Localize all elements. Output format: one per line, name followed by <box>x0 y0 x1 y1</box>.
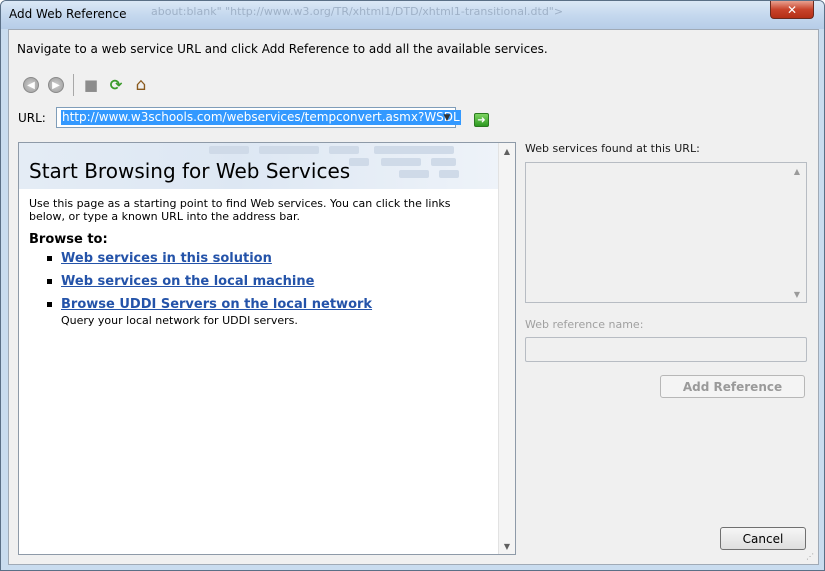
bullet-icon <box>47 256 52 261</box>
instruction-text: Navigate to a web service URL and click … <box>17 42 548 56</box>
banner-decoration <box>374 146 454 154</box>
home-button[interactable]: ⌂ <box>130 74 152 96</box>
refresh-button[interactable]: ⟳ <box>105 74 127 96</box>
web-reference-name-input[interactable] <box>525 337 807 362</box>
stop-icon: ■ <box>83 76 99 94</box>
forward-arrow-icon: ▶ <box>48 77 64 93</box>
browser-page-title: Start Browsing for Web Services <box>29 159 351 183</box>
link-web-services-solution[interactable]: Web services in this solution <box>61 251 272 266</box>
browser-scrollbar[interactable]: ▲ ▼ <box>498 143 515 554</box>
banner-decoration <box>329 146 359 154</box>
banner-decoration <box>399 170 429 178</box>
go-arrow-icon: ➜ <box>477 114 486 126</box>
list-item: Browse UDDI Servers on the local network <box>47 297 372 312</box>
navigation-toolbar: ◀ ▶ ■ ⟳ ⌂ <box>20 74 155 96</box>
go-button[interactable]: ➜ <box>474 113 489 127</box>
add-web-reference-dialog: about:blank" "http://www.w3.org/TR/xhtml… <box>0 0 825 571</box>
bullet-icon <box>47 279 52 284</box>
banner-decoration <box>209 146 249 154</box>
window-title: Add Web Reference <box>9 7 127 21</box>
banner-decoration <box>349 158 369 166</box>
list-item: Web services in this solution <box>47 251 272 266</box>
scroll-up-icon[interactable]: ▲ <box>499 143 515 159</box>
back-button[interactable]: ◀ <box>20 74 42 96</box>
chevron-down-icon: ▼ <box>443 112 451 123</box>
scroll-down-icon[interactable]: ▼ <box>499 538 515 554</box>
services-found-list[interactable]: ▲ ▼ <box>525 162 807 303</box>
home-icon: ⌂ <box>135 75 147 95</box>
title-bar[interactable]: about:blank" "http://www.w3.org/TR/xhtml… <box>1 1 824 29</box>
scroll-up-icon[interactable]: ▲ <box>789 163 805 179</box>
link-browse-uddi-servers[interactable]: Browse UDDI Servers on the local network <box>61 297 372 312</box>
url-combobox[interactable]: http://www.w3schools.com/webservices/tem… <box>56 107 461 128</box>
services-list-scrollbar[interactable]: ▲ ▼ <box>789 163 806 302</box>
close-icon: ✕ <box>786 2 798 17</box>
url-input[interactable]: http://www.w3schools.com/webservices/tem… <box>61 110 461 125</box>
dialog-client-area: Navigate to a web service URL and click … <box>8 29 819 565</box>
background-window-text: about:blank" "http://www.w3.org/TR/xhtml… <box>151 5 564 18</box>
browser-pane[interactable]: Start Browsing for Web Services Use this… <box>18 142 516 555</box>
web-reference-name-label: Web reference name: <box>525 318 644 331</box>
refresh-icon: ⟳ <box>109 76 123 94</box>
banner-decoration <box>259 146 319 154</box>
url-dropdown-button[interactable]: ▼ <box>439 108 455 127</box>
forward-button[interactable]: ▶ <box>45 74 67 96</box>
banner-decoration <box>439 170 459 178</box>
close-button[interactable]: ✕ <box>770 1 814 19</box>
resize-grip-icon[interactable]: ⋰ <box>806 552 816 562</box>
stop-button[interactable]: ■ <box>80 74 102 96</box>
scroll-down-icon[interactable]: ▼ <box>789 286 805 302</box>
services-found-label: Web services found at this URL: <box>525 142 700 155</box>
browse-to-heading: Browse to: <box>29 232 108 247</box>
toolbar-separator <box>73 74 74 96</box>
link-web-services-local-machine[interactable]: Web services on the local machine <box>61 274 314 289</box>
url-label: URL: <box>18 111 46 125</box>
back-arrow-icon: ◀ <box>23 77 39 93</box>
banner-decoration <box>431 158 456 166</box>
cancel-button[interactable]: Cancel <box>720 527 806 550</box>
uddi-description: Query your local network for UDDI server… <box>61 314 298 327</box>
banner-decoration <box>381 158 421 166</box>
browser-description: Use this page as a starting point to fin… <box>29 197 451 223</box>
list-item: Web services on the local machine <box>47 274 314 289</box>
bullet-icon <box>47 302 52 307</box>
add-reference-button[interactable]: Add Reference <box>660 375 805 398</box>
